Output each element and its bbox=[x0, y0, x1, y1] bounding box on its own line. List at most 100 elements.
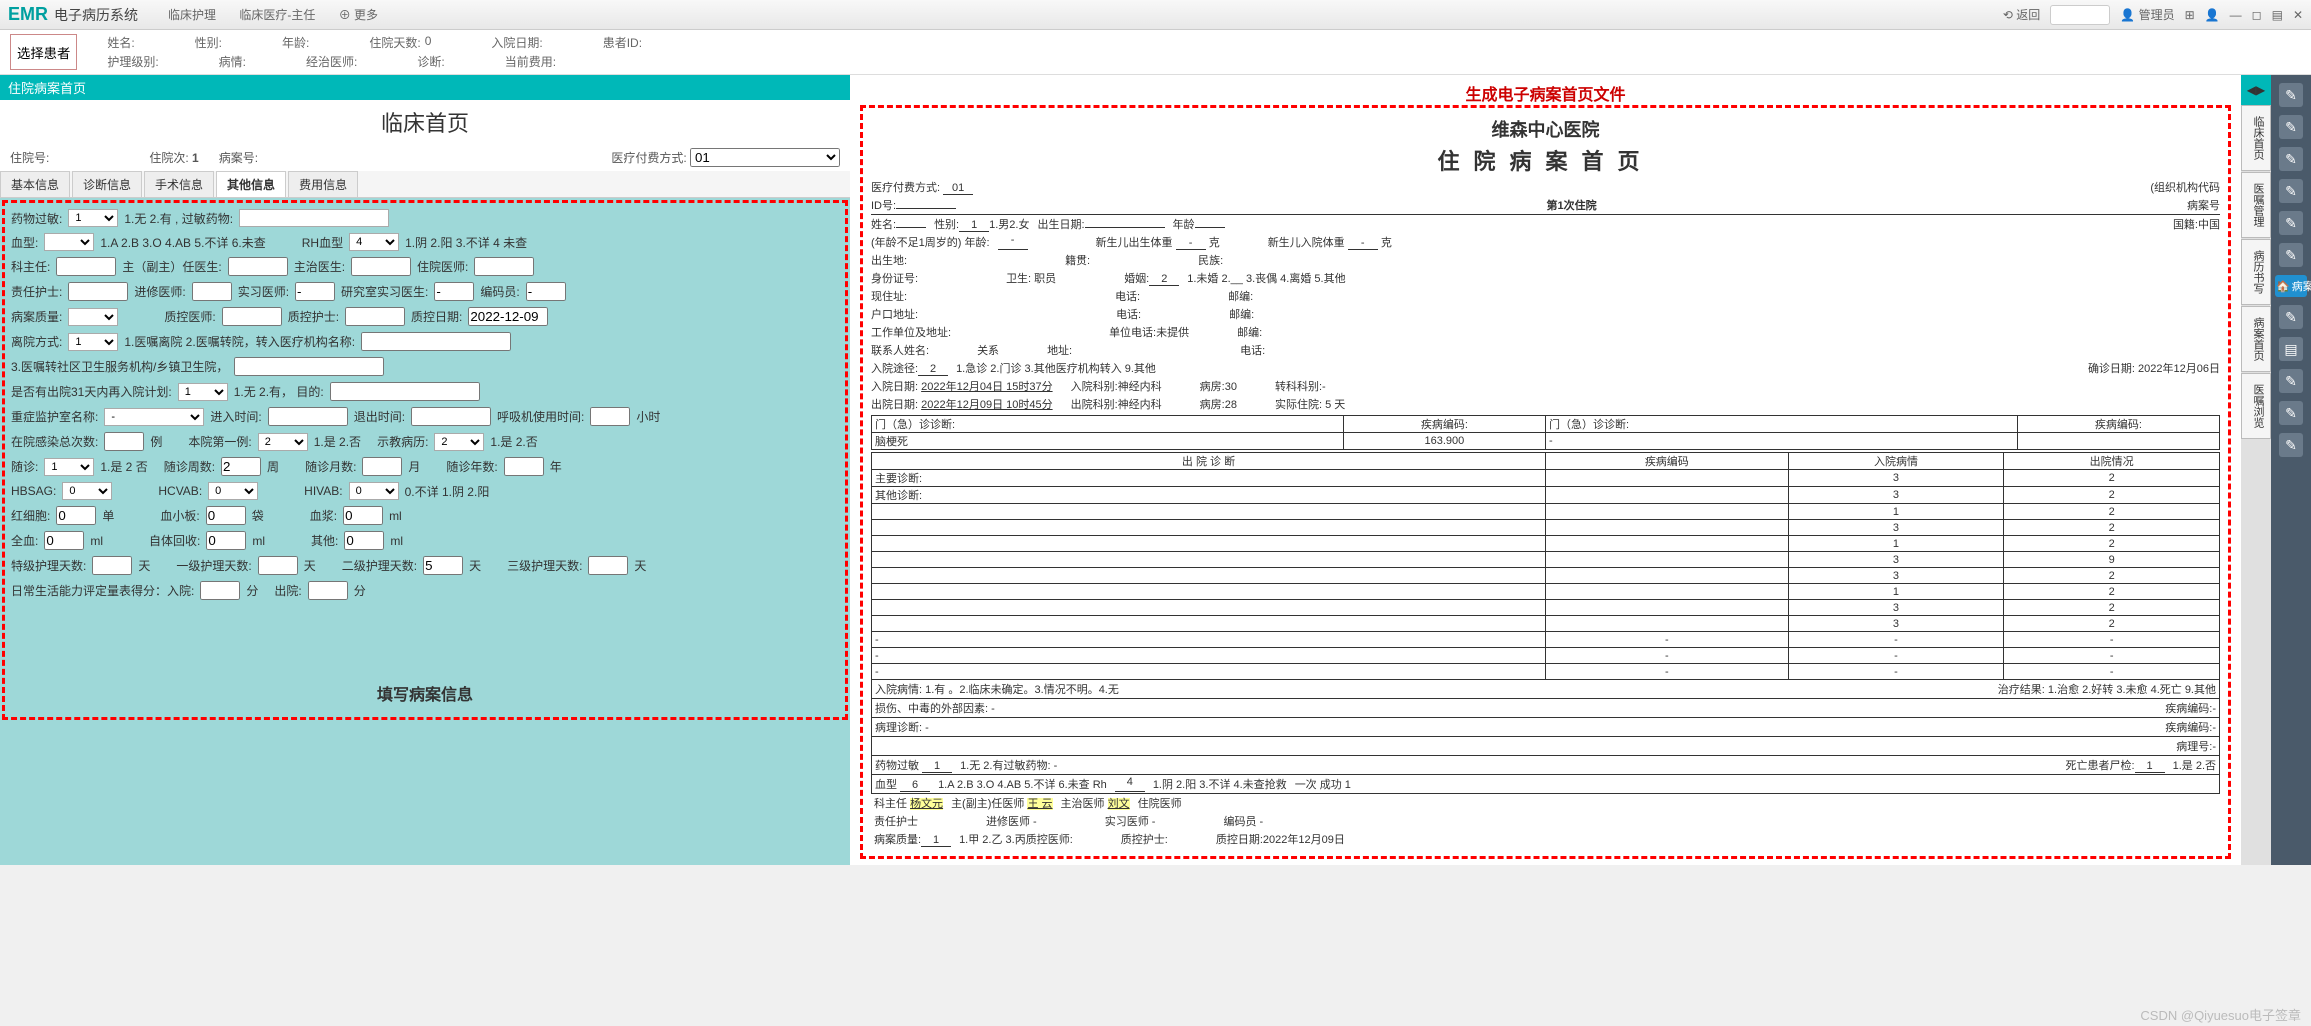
hospital-name: 维森中心医院 bbox=[871, 116, 2220, 142]
layers-icon[interactable]: ▤ bbox=[2272, 8, 2283, 22]
vent-input[interactable] bbox=[590, 407, 630, 426]
pen-tool-3[interactable]: ✎ bbox=[2279, 147, 2303, 171]
kzr-input[interactable] bbox=[56, 257, 116, 276]
years-input[interactable] bbox=[504, 457, 544, 476]
zkys-input[interactable] bbox=[222, 307, 282, 326]
sp-days-input[interactable] bbox=[92, 556, 132, 575]
tab-diag[interactable]: 诊断信息 bbox=[72, 171, 142, 197]
community-input[interactable] bbox=[234, 357, 384, 376]
icu-out-input[interactable] bbox=[411, 407, 491, 426]
sidetab-orders[interactable]: 医嘱管理 bbox=[2241, 172, 2271, 238]
min-icon[interactable]: — bbox=[2230, 8, 2242, 22]
infection-input[interactable] bbox=[104, 432, 144, 451]
zrhs-input[interactable] bbox=[68, 282, 128, 301]
far-right-toolbar: ✎ ✎ ✎ ✎ ✎ ✎ 🏠病案首页 ✎ ▤ ✎ ✎ ✎ bbox=[2271, 75, 2311, 865]
bazl-select[interactable] bbox=[68, 308, 118, 326]
sidetab-clinical[interactable]: 临床首页 bbox=[2241, 105, 2271, 171]
tab-fee[interactable]: 费用信息 bbox=[288, 171, 358, 197]
admin-label[interactable]: 👤 管理员 bbox=[2120, 6, 2174, 23]
followup-select[interactable]: 1 bbox=[44, 458, 94, 476]
zzys-input[interactable] bbox=[351, 257, 411, 276]
icu-in-input[interactable] bbox=[268, 407, 348, 426]
adl-out-input[interactable] bbox=[308, 581, 348, 600]
again-select[interactable]: 1 bbox=[178, 383, 228, 401]
close-icon[interactable]: ✕ bbox=[2293, 8, 2303, 22]
hbsag-select[interactable]: 0 bbox=[62, 482, 112, 500]
sidetab-orderview[interactable]: 医嘱浏览 bbox=[2241, 373, 2271, 439]
icu-select[interactable]: - bbox=[104, 408, 204, 426]
sidetab-medrecord[interactable]: 病案首页 bbox=[2241, 306, 2271, 372]
rbc-input[interactable] bbox=[56, 506, 96, 525]
zkhs-input[interactable] bbox=[345, 307, 405, 326]
pen-tool-2[interactable]: ✎ bbox=[2279, 115, 2303, 139]
pen-tool-9[interactable]: ✎ bbox=[2279, 401, 2303, 425]
l3-days-input[interactable] bbox=[588, 556, 628, 575]
purpose-input[interactable] bbox=[330, 382, 480, 401]
app-logo: EMR bbox=[8, 4, 48, 25]
pen-tool-7[interactable]: ✎ bbox=[2279, 305, 2303, 329]
table-row: 32 bbox=[872, 568, 2220, 584]
other-input[interactable] bbox=[344, 531, 384, 550]
months-input[interactable] bbox=[362, 457, 402, 476]
back-button[interactable]: ⟲ 返回 bbox=[2003, 6, 2040, 23]
zkrq-input[interactable] bbox=[468, 307, 548, 326]
l1-days-input[interactable] bbox=[258, 556, 298, 575]
tab-basic[interactable]: 基本信息 bbox=[0, 171, 70, 197]
form-caption: 填写病案信息 bbox=[5, 673, 845, 713]
pen-tool-10[interactable]: ✎ bbox=[2279, 433, 2303, 457]
table-row: 32 bbox=[872, 616, 2220, 632]
doc-title: 住院病案首页 bbox=[871, 144, 2220, 176]
rh-select[interactable]: 4 bbox=[349, 233, 399, 251]
table-row: ---- bbox=[872, 648, 2220, 664]
allergy-drug-input[interactable] bbox=[239, 209, 389, 227]
pen-tool-1[interactable]: ✎ bbox=[2279, 83, 2303, 107]
sxys-input[interactable] bbox=[295, 282, 335, 301]
yjs-input[interactable] bbox=[434, 282, 474, 301]
whole-input[interactable] bbox=[44, 531, 84, 550]
form-tabs: 基本信息 诊断信息 手术信息 其他信息 费用信息 bbox=[0, 171, 850, 198]
zfz-input[interactable] bbox=[228, 257, 288, 276]
pen-tool-8[interactable]: ✎ bbox=[2279, 369, 2303, 393]
pen-tool-5[interactable]: ✎ bbox=[2279, 211, 2303, 235]
weeks-input[interactable] bbox=[221, 457, 261, 476]
section-title: 住院病案首页 bbox=[0, 75, 850, 100]
pay-method-select[interactable]: 01 bbox=[690, 148, 840, 167]
window-icon[interactable]: ⊞ bbox=[2185, 8, 2195, 22]
jxys-input[interactable] bbox=[192, 282, 232, 301]
hcv-select[interactable]: 0 bbox=[208, 482, 258, 500]
document-box: 维森中心医院 住院病案首页 医疗付费方式: 01(组织机构代码 ID号:第1次住… bbox=[860, 105, 2231, 859]
allergy-select[interactable]: 1 bbox=[68, 209, 118, 227]
tab-surgery[interactable]: 手术信息 bbox=[144, 171, 214, 197]
user-icon[interactable]: 👤 bbox=[2205, 8, 2220, 22]
note-tool[interactable]: ▤ bbox=[2279, 337, 2303, 361]
toggle-button[interactable] bbox=[2050, 5, 2110, 25]
l2-days-input[interactable] bbox=[423, 556, 463, 575]
hiv-select[interactable]: 0 bbox=[349, 482, 399, 500]
menu-nursing[interactable]: 临床护理 bbox=[168, 8, 216, 22]
teach-select[interactable]: 2 bbox=[434, 433, 484, 451]
select-patient-button[interactable]: 选择患者 bbox=[10, 34, 77, 70]
adl-in-input[interactable] bbox=[200, 581, 240, 600]
pen-tool-4[interactable]: ✎ bbox=[2279, 179, 2303, 203]
bmy-input[interactable] bbox=[526, 282, 566, 301]
tab-other[interactable]: 其他信息 bbox=[216, 171, 286, 197]
menu-clinical[interactable]: 临床医疗-主任 bbox=[239, 8, 315, 22]
zyys-input[interactable] bbox=[474, 257, 534, 276]
trans-hosp-input[interactable] bbox=[361, 332, 511, 351]
table-row: 主要诊断:32 bbox=[872, 470, 2220, 487]
max-icon[interactable]: ◻ bbox=[2252, 8, 2262, 22]
top-right: ⟲ 返回 👤 管理员 ⊞ 👤 — ◻ ▤ ✕ bbox=[2003, 5, 2303, 25]
cyfs-select[interactable]: 1 bbox=[68, 333, 118, 351]
plasma-input[interactable] bbox=[343, 506, 383, 525]
plt-input[interactable] bbox=[206, 506, 246, 525]
diagnosis-table: 门（急）诊诊断:疾病编码:门（急）诊诊断:疾病编码: 脑梗死163.900- bbox=[871, 415, 2220, 450]
menu-more[interactable]: ⊕ 更多 bbox=[339, 8, 398, 22]
self-input[interactable] bbox=[206, 531, 246, 550]
first-select[interactable]: 2 bbox=[258, 433, 308, 451]
side-tab-toggle[interactable]: ◀▶ bbox=[2241, 75, 2271, 105]
form-pane: 住院病案首页 临床首页 住院号: 住院次: 1 病案号: 医疗付费方式: 01 … bbox=[0, 75, 850, 865]
sidetab-record[interactable]: 病历书写 bbox=[2241, 239, 2271, 305]
blood-select[interactable] bbox=[44, 233, 94, 251]
pen-tool-6[interactable]: ✎ bbox=[2279, 243, 2303, 267]
medrecord-home-button[interactable]: 🏠病案首页 bbox=[2275, 275, 2307, 297]
